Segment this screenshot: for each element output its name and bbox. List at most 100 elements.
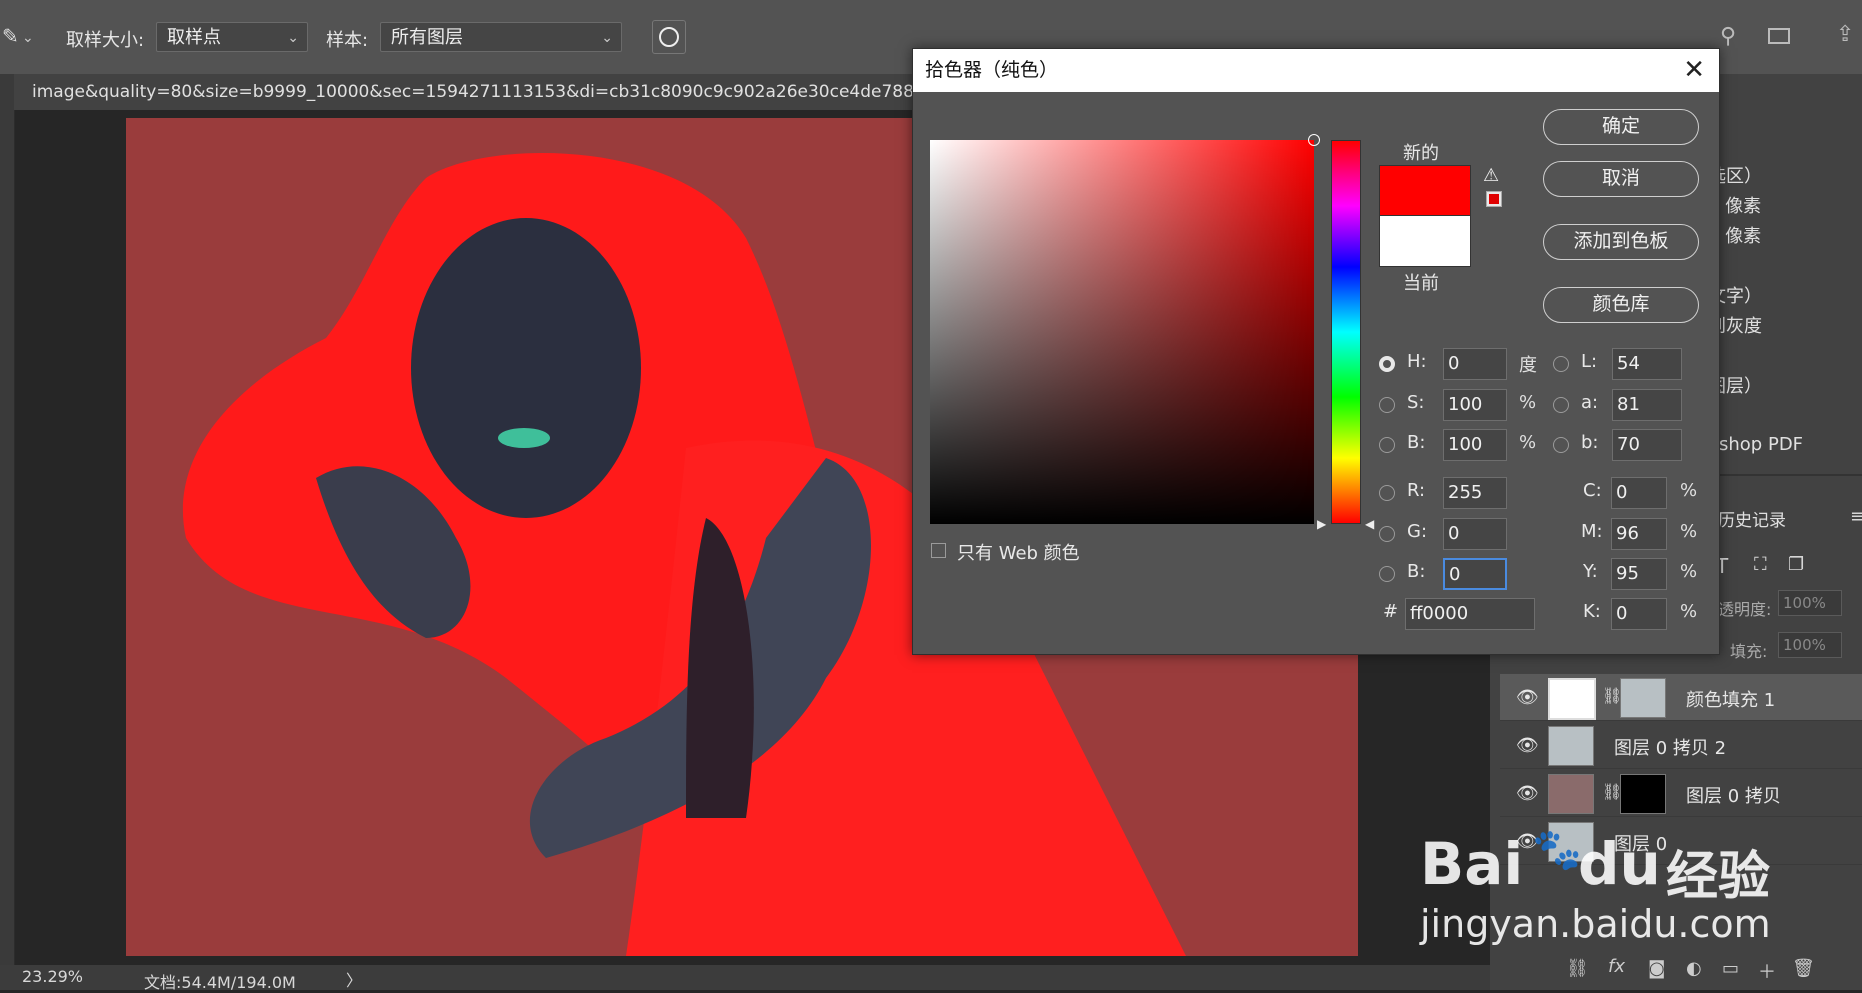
percent-unit: % bbox=[1519, 392, 1537, 413]
layer-thumbnail bbox=[1548, 678, 1596, 720]
panel-row[interactable]: 选区） bbox=[1708, 162, 1862, 188]
panel-row[interactable]: 图层） bbox=[1708, 372, 1862, 398]
watermark-cn: 经验 bbox=[1666, 847, 1771, 907]
lightness-radio[interactable] bbox=[1553, 356, 1569, 372]
g-label: G: bbox=[1407, 521, 1428, 542]
panel-row[interactable]: 0 像素 bbox=[1708, 192, 1862, 218]
hex-field[interactable]: ff0000 bbox=[1405, 598, 1535, 630]
r-label: R: bbox=[1407, 480, 1426, 501]
blue-radio[interactable] bbox=[1379, 566, 1395, 582]
artboard-icon[interactable]: ❐ bbox=[1788, 554, 1804, 575]
history-tab[interactable]: 历史记录 bbox=[1718, 506, 1862, 531]
search-icon[interactable]: ⚲ bbox=[1720, 24, 1736, 49]
eye-icon[interactable]: 👁 bbox=[1516, 687, 1539, 708]
b-channel-field[interactable]: 70 bbox=[1612, 429, 1682, 461]
sample-size-select[interactable]: 取样点 ⌄ bbox=[156, 22, 308, 52]
new-label: 新的 bbox=[1403, 143, 1439, 164]
panel-row[interactable]: oshop PDF bbox=[1708, 434, 1862, 455]
panel-divider bbox=[1702, 474, 1862, 476]
panel-row[interactable]: 0 像素 bbox=[1708, 222, 1862, 248]
blue-field[interactable]: 0 bbox=[1443, 558, 1507, 590]
layer-row[interactable]: 👁 ⛓ 图层 0 拷贝 bbox=[1500, 770, 1862, 817]
new-layer-icon[interactable]: ＋ bbox=[1758, 958, 1776, 984]
gamut-color-box[interactable] bbox=[1486, 191, 1502, 207]
close-icon[interactable]: ✕ bbox=[1683, 49, 1705, 92]
a-channel-radio[interactable] bbox=[1553, 397, 1569, 413]
saturation-brightness-field[interactable] bbox=[930, 134, 1320, 524]
color-selector-circle[interactable] bbox=[1308, 134, 1320, 146]
cyan-field[interactable]: 0 bbox=[1611, 477, 1667, 509]
link-layers-icon[interactable]: ⛓ bbox=[1566, 958, 1589, 979]
document-info[interactable]: 文档:54.4M/194.0M bbox=[144, 969, 296, 993]
red-radio[interactable] bbox=[1379, 485, 1395, 501]
layer-row[interactable]: 👁 图层 0 拷贝 2 bbox=[1500, 722, 1862, 769]
eye-icon[interactable]: 👁 bbox=[1516, 783, 1539, 804]
m-label: M: bbox=[1581, 521, 1603, 542]
green-radio[interactable] bbox=[1379, 526, 1395, 542]
new-color-swatch bbox=[1379, 165, 1471, 217]
sample-value: 所有图层 bbox=[391, 27, 463, 48]
hue-radio[interactable] bbox=[1379, 356, 1395, 372]
sample-size-label: 取样大小: bbox=[66, 30, 145, 51]
layer-name: 图层 0 拷贝 bbox=[1686, 786, 1781, 807]
layer-name: 颜色填充 1 bbox=[1686, 690, 1776, 711]
y-label: Y: bbox=[1583, 561, 1598, 582]
lightness-field[interactable]: 54 bbox=[1612, 348, 1682, 380]
dialog-title: 拾色器（纯色） bbox=[925, 59, 1059, 81]
b-rgb-label: B: bbox=[1407, 561, 1426, 582]
green-field[interactable]: 0 bbox=[1443, 518, 1507, 550]
add-to-swatches-button[interactable]: 添加到色板 bbox=[1543, 224, 1699, 260]
brightness-radio[interactable] bbox=[1379, 437, 1395, 453]
layer-mask-thumbnail bbox=[1620, 774, 1666, 814]
cancel-button[interactable]: 取消 bbox=[1543, 161, 1699, 197]
panel-row[interactable]: 到灰度 bbox=[1708, 312, 1862, 338]
document-title: image&quality=80&size=b9999_10000&sec=15… bbox=[32, 82, 992, 102]
h-label: H: bbox=[1407, 351, 1427, 372]
ok-button[interactable]: 确定 bbox=[1543, 109, 1699, 145]
eyedropper-tool-icon[interactable]: ✎ bbox=[2, 24, 19, 48]
fill-label: 填充: bbox=[1730, 642, 1768, 661]
transform-icon[interactable]: ⛶ bbox=[1754, 554, 1767, 575]
fx-icon[interactable]: fx bbox=[1608, 956, 1625, 977]
web-colors-checkbox[interactable] bbox=[931, 543, 946, 558]
share-icon[interactable]: ⇪ bbox=[1836, 22, 1854, 47]
saturation-radio[interactable] bbox=[1379, 397, 1395, 413]
color-picker-dialog: 拾色器（纯色） ✕ ▶ ◀ 新的 当前 ⚠ 确定 取消 添加到色板 颜色库 H:… bbox=[912, 48, 1720, 655]
zoom-level[interactable]: 23.29% bbox=[22, 967, 83, 986]
panel-row[interactable]: 文字） bbox=[1708, 282, 1862, 308]
hue-slider-right-handle[interactable]: ◀ bbox=[1365, 517, 1374, 531]
a-channel-field[interactable]: 81 bbox=[1612, 389, 1682, 421]
hue-slider[interactable] bbox=[1331, 140, 1361, 524]
workspace-icon[interactable] bbox=[1768, 28, 1790, 44]
paw-icon: 🐾 bbox=[1532, 827, 1582, 873]
adjustment-layer-icon[interactable]: ◐ bbox=[1686, 958, 1702, 979]
c-label: C: bbox=[1583, 480, 1602, 501]
out-of-gamut-warning-icon[interactable]: ⚠ bbox=[1483, 165, 1499, 186]
hue-slider-left-handle[interactable]: ▶ bbox=[1317, 517, 1326, 531]
group-icon[interactable]: ▭ bbox=[1722, 958, 1739, 979]
sample-select[interactable]: 所有图层 ⌄ bbox=[380, 22, 622, 52]
color-library-button[interactable]: 颜色库 bbox=[1543, 287, 1699, 323]
layer-row[interactable]: 👁 ⛓ 颜色填充 1 bbox=[1500, 674, 1862, 721]
magenta-field[interactable]: 96 bbox=[1611, 518, 1667, 550]
saturation-field[interactable]: 100 bbox=[1443, 389, 1507, 421]
brightness-field[interactable]: 100 bbox=[1443, 429, 1507, 461]
b-channel-radio[interactable] bbox=[1553, 437, 1569, 453]
status-bar: 23.29% 文档:54.4M/194.0M 〉 bbox=[0, 965, 1500, 993]
tool-preset-chevron-icon[interactable]: ⌄ bbox=[22, 30, 34, 46]
panel-menu-icon[interactable]: ≡ bbox=[1850, 506, 1862, 527]
black-field[interactable]: 0 bbox=[1611, 598, 1667, 630]
percent-unit: % bbox=[1680, 521, 1698, 542]
hue-field[interactable]: 0 bbox=[1443, 348, 1507, 380]
red-field[interactable]: 255 bbox=[1443, 477, 1507, 509]
trash-icon[interactable]: 🗑 bbox=[1792, 958, 1815, 979]
fill-field[interactable]: 100% bbox=[1778, 632, 1842, 658]
yellow-field[interactable]: 95 bbox=[1611, 558, 1667, 590]
percent-unit: % bbox=[1519, 432, 1537, 453]
opacity-field[interactable]: 100% bbox=[1778, 590, 1842, 616]
sample-ring-button[interactable] bbox=[652, 20, 686, 54]
add-mask-icon[interactable]: ◙ bbox=[1648, 958, 1665, 979]
current-color-swatch[interactable] bbox=[1379, 215, 1471, 267]
chevron-right-icon[interactable]: 〉 bbox=[346, 967, 362, 991]
eye-icon[interactable]: 👁 bbox=[1516, 735, 1539, 756]
